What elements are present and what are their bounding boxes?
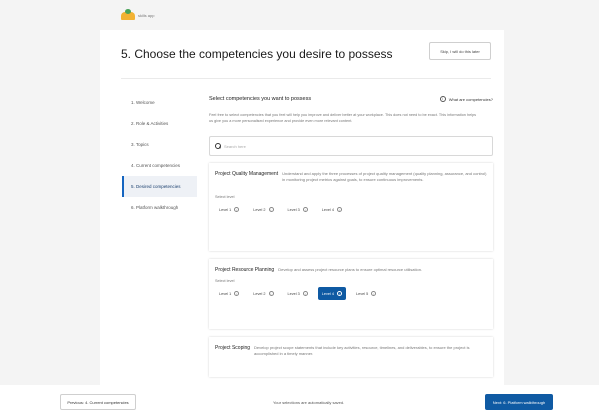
competency-description: Develop and assess project resource plan…	[278, 267, 423, 272]
competency-title: Project Scoping	[215, 345, 251, 351]
info-icon: i	[439, 96, 446, 102]
competency-title: Project Quality Management	[215, 171, 279, 177]
step-platform-walkthrough[interactable]: 6. Platform walkthrough	[122, 197, 197, 218]
level-label: Level 3	[287, 207, 300, 212]
section-header: Select competencies you want to possess …	[209, 92, 493, 106]
top-bar: skills app	[0, 0, 599, 30]
info-icon[interactable]: i	[337, 291, 342, 296]
competency-card: Project Quality Management Understand an…	[209, 163, 493, 251]
step-desired-competencies[interactable]: 5. Desired competencies	[122, 176, 197, 197]
level-label: Level 5	[356, 291, 369, 296]
level-option-selected[interactable]: Level 4i	[317, 287, 346, 300]
level-label: Level 1	[219, 207, 232, 212]
logo-icon	[121, 9, 135, 20]
what-are-competencies-link[interactable]: i What are competencies?	[439, 96, 493, 102]
info-icon[interactable]: i	[234, 207, 240, 212]
competency-header: Project Scoping Develop project scope st…	[215, 345, 487, 357]
level-label: Level 2	[253, 291, 266, 296]
autosave-note: Your selections are automatically saved.	[273, 400, 345, 405]
level-label: Level 2	[253, 207, 266, 212]
competency-title: Project Resource Planning	[215, 267, 275, 273]
previous-button[interactable]: Previous: 4. Current competencies	[60, 394, 136, 410]
search-icon	[215, 143, 221, 149]
info-icon[interactable]: i	[234, 291, 240, 296]
competency-card: Project Resource Planning Develop and as…	[209, 259, 493, 329]
info-icon[interactable]: i	[268, 291, 274, 296]
section-title: Select competencies you want to possess	[209, 96, 312, 102]
step-topics[interactable]: 3. Topics	[122, 134, 197, 155]
level-option[interactable]: Level 2i	[249, 287, 278, 300]
search-box[interactable]	[209, 136, 493, 156]
competency-header: Project Quality Management Understand an…	[215, 171, 487, 183]
app-logo[interactable]: skills app	[121, 9, 155, 20]
skip-button[interactable]: Skip, I will do this later	[429, 42, 491, 60]
level-option[interactable]: Level 1i	[215, 203, 244, 216]
info-icon[interactable]: i	[268, 207, 274, 212]
level-options: Level 1i Level 2i Level 3i Level 4i Leve…	[215, 287, 487, 300]
footer-bar: Previous: 4. Current competencies Your s…	[0, 385, 599, 415]
level-option[interactable]: Level 4i	[317, 203, 346, 216]
select-level-label: Select level	[215, 279, 235, 283]
level-label: Level 4	[321, 207, 334, 212]
level-option[interactable]: Level 2i	[249, 203, 278, 216]
level-label: Level 1	[219, 291, 232, 296]
step-current-competencies[interactable]: 4. Current competencies	[122, 155, 197, 176]
competency-card: Project Scoping Develop project scope st…	[209, 337, 493, 377]
info-icon[interactable]: i	[302, 291, 308, 296]
logo-text: skills app	[138, 13, 155, 18]
info-icon[interactable]: i	[337, 207, 342, 212]
onboarding-card: 5. Choose the competencies you desire to…	[100, 30, 504, 385]
main-content: Select competencies you want to possess …	[209, 92, 493, 377]
info-icon[interactable]: i	[371, 291, 377, 296]
level-option[interactable]: Level 3i	[283, 287, 312, 300]
info-icon[interactable]: i	[302, 207, 308, 212]
level-option[interactable]: Level 1i	[215, 287, 244, 300]
intro-text: Feel free to select competencies that yo…	[209, 113, 477, 123]
step-role-activities[interactable]: 2. Role & Activities	[122, 113, 197, 134]
competency-description: Understand and apply the three processes…	[282, 171, 487, 182]
level-label: Level 3	[287, 291, 300, 296]
header-divider	[121, 78, 491, 79]
competency-description: Develop project scope statements that in…	[254, 345, 470, 356]
level-options: Level 1i Level 2i Level 3i Level 4i	[215, 203, 487, 216]
onboarding-stepper: 1. Welcome 2. Role & Activities 3. Topic…	[122, 92, 197, 218]
page-title: 5. Choose the competencies you desire to…	[121, 47, 393, 61]
level-option[interactable]: Level 5i	[352, 287, 381, 300]
level-label: Level 4	[321, 291, 334, 296]
select-level-label: Select level	[215, 195, 235, 199]
next-button[interactable]: Next: 6. Platform walkthrough	[485, 394, 553, 410]
what-are-competencies-label: What are competencies?	[448, 96, 493, 102]
competency-header: Project Resource Planning Develop and as…	[215, 267, 487, 273]
step-welcome[interactable]: 1. Welcome	[122, 92, 197, 113]
level-option[interactable]: Level 3i	[283, 203, 312, 216]
search-input[interactable]	[224, 143, 474, 149]
